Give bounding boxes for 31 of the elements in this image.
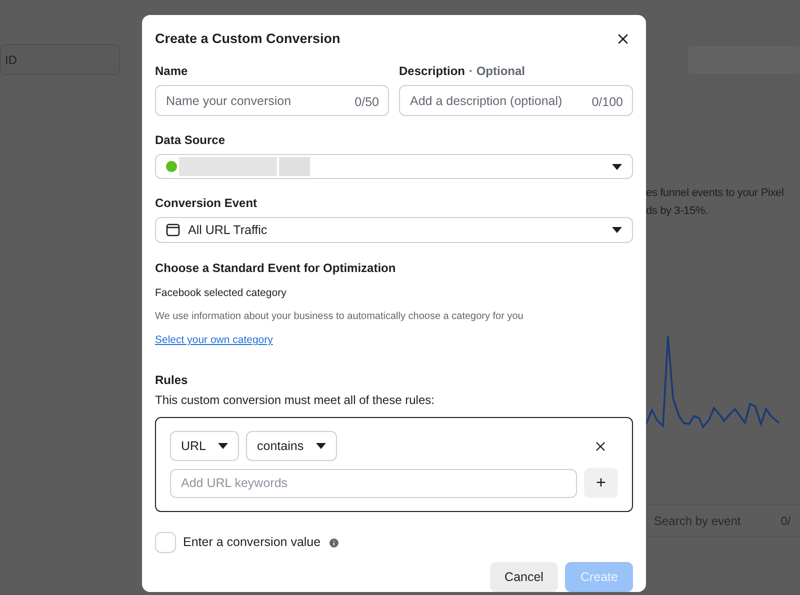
id-field: ID	[0, 44, 120, 75]
select-category-link[interactable]: Select your own category	[155, 333, 273, 349]
background-text: es funnel events to your Pixel	[646, 186, 785, 201]
add-button[interactable]: +	[584, 468, 618, 498]
field-label: Data Source	[155, 132, 226, 150]
help-text: We use information about your business to automatically choose a category for you	[155, 310, 524, 324]
field-dropdown[interactable]: URL	[170, 431, 240, 461]
optional-label: · Optional	[469, 63, 526, 80]
dialog-title: Create a Custom Conversion	[155, 30, 340, 48]
rules-subtitle: This custom conversion must meet all of these rules:	[155, 392, 436, 409]
keywords-input[interactable]: Add URL keywords	[170, 468, 577, 498]
section-heading: Choose a Standard Event for Optimization	[155, 260, 397, 276]
field-label: Name	[155, 63, 189, 80]
caret-icon	[612, 164, 622, 170]
field-label: Conversion Event	[155, 195, 258, 212]
character-counter: 0/50	[354, 94, 379, 112]
background-text: ds by 3-15%.	[646, 204, 709, 219]
info-icon	[328, 536, 340, 548]
checkbox[interactable]	[155, 532, 176, 553]
character-counter: 0/100	[592, 94, 623, 112]
category-label: Facebook selected category	[155, 286, 288, 300]
window-icon	[166, 222, 180, 237]
cancel-button[interactable]: Cancel	[490, 562, 558, 592]
caret-icon	[316, 443, 326, 449]
field-label: Description	[399, 63, 466, 80]
conversion-event-select[interactable]: All URL Traffic	[155, 217, 633, 242]
section-heading: Rules	[155, 372, 189, 389]
operator-dropdown[interactable]: contains	[246, 431, 337, 461]
caret-icon	[218, 443, 228, 449]
caret-icon	[612, 226, 622, 233]
checkbox-label: Enter a conversion value	[183, 534, 321, 552]
